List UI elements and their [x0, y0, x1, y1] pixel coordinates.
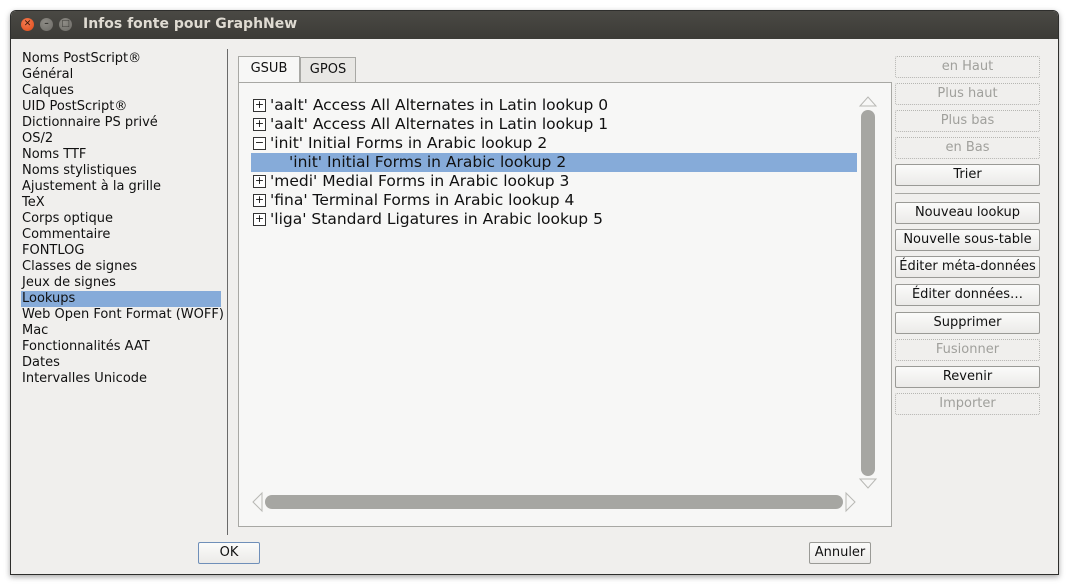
- vertical-scroll-thumb[interactable]: [861, 110, 875, 476]
- button-separator: [895, 193, 1040, 194]
- horizontal-scroll-thumb[interactable]: [265, 495, 843, 509]
- sidebar-item[interactable]: Classes de signes: [21, 259, 221, 275]
- en-bas-button[interactable]: en Bas: [895, 137, 1040, 159]
- lookup-label: 'liga' Standard Ligatures in Arabic look…: [270, 210, 603, 228]
- maximize-window-icon[interactable]: □: [59, 18, 72, 31]
- fusionner-button[interactable]: Fusionner: [895, 339, 1040, 361]
- sidebar-item[interactable]: Dictionnaire PS privé: [21, 115, 221, 131]
- lookup-label: 'aalt' Access All Alternates in Latin lo…: [270, 96, 609, 114]
- font-info-window: ✕ – □ Infos fonte pour GraphNew Noms Pos…: [10, 10, 1059, 575]
- expand-icon[interactable]: +: [253, 175, 266, 188]
- sidebar-item[interactable]: Lookups: [21, 291, 221, 307]
- collapse-icon[interactable]: −: [253, 137, 266, 150]
- sidebar-item[interactable]: Mac: [21, 323, 221, 339]
- revenir-button[interactable]: Revenir: [895, 366, 1040, 388]
- sidebar-item[interactable]: Noms TTF: [21, 147, 221, 163]
- lookup-label: 'init' Initial Forms in Arabic lookup 2: [270, 134, 548, 152]
- plus-bas-button[interactable]: Plus bas: [895, 110, 1040, 132]
- sidebar: Noms PostScript® Général Calques UID PostSc…: [21, 51, 224, 387]
- lookup-tree[interactable]: + 'aalt' Access All Alternates in Latin l…: [251, 96, 857, 229]
- lookup-row[interactable]: −'init' Initial Forms in Arabic lookup 2: [251, 134, 857, 153]
- vertical-scrollbar[interactable]: [858, 95, 878, 490]
- en-haut-button[interactable]: en Haut: [895, 56, 1040, 78]
- sidebar-item[interactable]: Intervalles Unicode: [21, 371, 221, 387]
- window-title: Infos fonte pour GraphNew: [83, 16, 298, 32]
- lookup-row[interactable]: + 'liga' Standard Ligatures in Arabic loo…: [251, 210, 857, 229]
- horizontal-scrollbar[interactable]: [251, 491, 857, 513]
- sidebar-item[interactable]: UID PostScript®: [21, 99, 221, 115]
- sidebar-item[interactable]: Calques: [21, 83, 221, 99]
- nouvelle-sous-table-button[interactable]: Nouvelle sous-table: [895, 229, 1040, 251]
- tab-gpos[interactable]: GPOS: [300, 57, 356, 82]
- scroll-down-icon[interactable]: [858, 478, 878, 493]
- sidebar-item[interactable]: FONTLOG: [21, 243, 221, 259]
- tab-gsub[interactable]: GSUB: [238, 56, 300, 83]
- expand-icon[interactable]: +: [253, 194, 266, 207]
- title-bar: ✕ – □ Infos fonte pour GraphNew: [11, 11, 1058, 39]
- sidebar-item[interactable]: Jeux de signes: [21, 275, 221, 291]
- sidebar-divider: [227, 49, 228, 535]
- lookup-label: 'medi' Medial Forms in Arabic lookup 3: [270, 172, 570, 190]
- sidebar-item[interactable]: Corps optique: [21, 211, 221, 227]
- lookup-panel: + 'aalt' Access All Alternates in Latin l…: [238, 82, 892, 527]
- sidebar-item[interactable]: Dates: [21, 355, 221, 371]
- importer-button[interactable]: Importer: [895, 393, 1040, 415]
- sidebar-item[interactable]: Fonctionnalités AAT: [21, 339, 221, 355]
- lookup-label: 'init' Initial Forms in Arabic lookup 2: [289, 153, 567, 171]
- scroll-up-icon[interactable]: [858, 95, 878, 110]
- sidebar-item[interactable]: Noms stylistiques: [21, 163, 221, 179]
- expand-icon[interactable]: +: [253, 99, 266, 112]
- lookup-row[interactable]: + 'fina' Terminal Forms in Arabic lookup …: [251, 191, 857, 210]
- sidebar-item[interactable]: Ajustement à la grille: [21, 179, 221, 195]
- lookup-subtable-row[interactable]: 'init' Initial Forms in Arabic lookup 2: [251, 153, 857, 172]
- editer-meta-donnees-button[interactable]: Éditer méta-données: [895, 256, 1040, 278]
- lookup-row[interactable]: + 'medi' Medial Forms in Arabic lookup 3: [251, 172, 857, 191]
- ok-button[interactable]: OK: [198, 542, 260, 564]
- expand-icon[interactable]: +: [253, 118, 266, 131]
- sidebar-item[interactable]: Noms PostScript®: [21, 51, 221, 67]
- nouveau-lookup-button[interactable]: Nouveau lookup: [895, 202, 1040, 224]
- plus-haut-button[interactable]: Plus haut: [895, 83, 1040, 105]
- sidebar-item[interactable]: Général: [21, 67, 221, 83]
- annuler-button[interactable]: Annuler: [809, 542, 871, 564]
- editer-donnees-button[interactable]: Éditer données…: [895, 284, 1040, 306]
- scroll-left-icon[interactable]: [251, 491, 263, 516]
- close-window-icon[interactable]: ✕: [21, 18, 34, 31]
- lookup-row[interactable]: + 'aalt' Access All Alternates in Latin l…: [251, 115, 857, 134]
- expand-icon[interactable]: +: [253, 213, 266, 226]
- minimize-window-icon[interactable]: –: [40, 18, 53, 31]
- supprimer-button[interactable]: Supprimer: [895, 312, 1040, 334]
- lookup-label: 'fina' Terminal Forms in Arabic lookup 4: [270, 191, 575, 209]
- sidebar-item[interactable]: Web Open Font Format (WOFF): [21, 307, 224, 323]
- lookup-row[interactable]: + 'aalt' Access All Alternates in Latin l…: [251, 96, 857, 115]
- lookup-label: 'aalt' Access All Alternates in Latin lo…: [270, 115, 609, 133]
- sidebar-item[interactable]: OS/2: [21, 131, 221, 147]
- sidebar-item[interactable]: TeX: [21, 195, 221, 211]
- sidebar-item[interactable]: Commentaire: [21, 227, 221, 243]
- scroll-right-icon[interactable]: [845, 491, 857, 516]
- trier-button[interactable]: Trier: [895, 164, 1040, 186]
